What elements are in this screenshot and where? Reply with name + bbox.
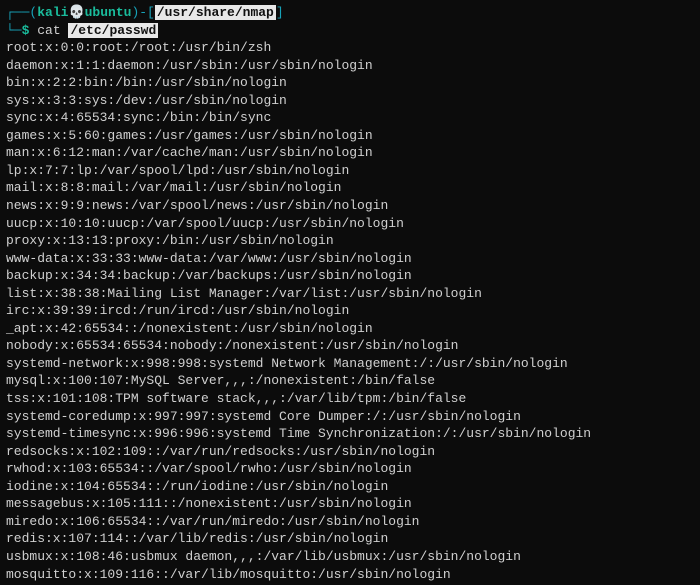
output-line: irc:x:39:39:ircd:/run/ircd:/usr/sbin/nol… xyxy=(6,302,694,320)
prompt-corner-bottom: └─ xyxy=(6,23,22,38)
output-line: uucp:x:10:10:uucp:/var/spool/uucp:/usr/s… xyxy=(6,215,694,233)
prompt-host: ubuntu xyxy=(85,5,132,20)
output-line: systemd-coredump:x:997:997:systemd Core … xyxy=(6,408,694,426)
prompt-close-paren: )-[ xyxy=(131,5,154,20)
output-line: mysql:x:100:107:MySQL Server,,,:/nonexis… xyxy=(6,372,694,390)
output-line: man:x:6:12:man:/var/cache/man:/usr/sbin/… xyxy=(6,144,694,162)
output-line: messagebus:x:105:111::/nonexistent:/usr/… xyxy=(6,495,694,513)
output-line: news:x:9:9:news:/var/spool/news:/usr/sbi… xyxy=(6,197,694,215)
prompt-close-bracket: ] xyxy=(276,5,284,20)
output-line: iodine:x:104:65534::/run/iodine:/usr/sbi… xyxy=(6,478,694,496)
output-line: sync:x:4:65534:sync:/bin:/bin/sync xyxy=(6,109,694,127)
command-argument: /etc/passwd xyxy=(68,23,158,38)
output-line: root:x:0:0:root:/root:/usr/bin/zsh xyxy=(6,39,694,57)
output-line: www-data:x:33:33:www-data:/var/www:/usr/… xyxy=(6,250,694,268)
skull-icon: 💀 xyxy=(68,5,84,20)
command-name: cat xyxy=(37,23,60,38)
terminal-output: root:x:0:0:root:/root:/usr/bin/zshdaemon… xyxy=(6,39,694,583)
output-line: bin:x:2:2:bin:/bin:/usr/sbin/nologin xyxy=(6,74,694,92)
output-line: sys:x:3:3:sys:/dev:/usr/sbin/nologin xyxy=(6,92,694,110)
output-line: nobody:x:65534:65534:nobody:/nonexistent… xyxy=(6,337,694,355)
output-line: _apt:x:42:65534::/nonexistent:/usr/sbin/… xyxy=(6,320,694,338)
output-line: daemon:x:1:1:daemon:/usr/sbin:/usr/sbin/… xyxy=(6,57,694,75)
output-line: games:x:5:60:games:/usr/games:/usr/sbin/… xyxy=(6,127,694,145)
output-line: proxy:x:13:13:proxy:/bin:/usr/sbin/nolog… xyxy=(6,232,694,250)
output-line: systemd-timesync:x:996:996:systemd Time … xyxy=(6,425,694,443)
output-line: systemd-network:x:998:998:systemd Networ… xyxy=(6,355,694,373)
output-line: tss:x:101:108:TPM software stack,,,:/var… xyxy=(6,390,694,408)
output-line: backup:x:34:34:backup:/var/backups:/usr/… xyxy=(6,267,694,285)
output-line: list:x:38:38:Mailing List Manager:/var/l… xyxy=(6,285,694,303)
output-line: mosquitto:x:109:116::/var/lib/mosquitto:… xyxy=(6,566,694,584)
prompt-line-2[interactable]: └─$ cat /etc/passwd xyxy=(6,22,694,40)
output-line: redis:x:107:114::/var/lib/redis:/usr/sbi… xyxy=(6,530,694,548)
output-line: lp:x:7:7:lp:/var/spool/lpd:/usr/sbin/nol… xyxy=(6,162,694,180)
output-line: mail:x:8:8:mail:/var/mail:/usr/sbin/nolo… xyxy=(6,179,694,197)
output-line: redsocks:x:102:109::/var/run/redsocks:/u… xyxy=(6,443,694,461)
prompt-user: kali xyxy=(37,5,68,20)
output-line: usbmux:x:108:46:usbmux daemon,,,:/var/li… xyxy=(6,548,694,566)
output-line: miredo:x:106:65534::/var/run/miredo:/usr… xyxy=(6,513,694,531)
prompt-line-1: ┌──(kali💀ubuntu)-[/usr/share/nmap] xyxy=(6,4,694,22)
output-line: rwhod:x:103:65534::/var/spool/rwho:/usr/… xyxy=(6,460,694,478)
prompt-corner-top: ┌──( xyxy=(6,5,37,20)
prompt-cwd: /usr/share/nmap xyxy=(155,5,276,20)
